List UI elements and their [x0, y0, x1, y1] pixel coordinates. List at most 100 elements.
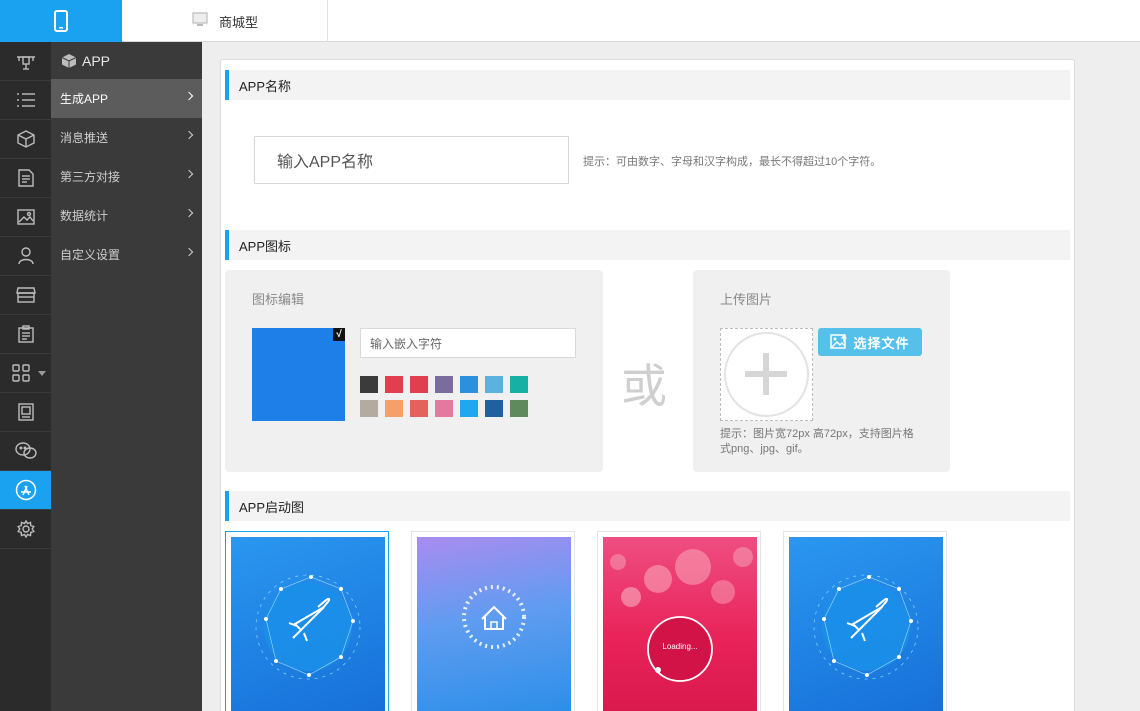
list-icon: [16, 93, 35, 107]
chevron-down-icon: [38, 371, 46, 376]
rail-item-document[interactable]: [0, 159, 51, 198]
picture-frame-icon: [17, 403, 34, 421]
color-swatch[interactable]: [510, 376, 528, 393]
app-name-input[interactable]: 输入APP名称: [254, 136, 569, 184]
section-header-splash: APP启动图: [225, 491, 1070, 521]
color-swatch[interactable]: [485, 400, 503, 417]
drone-icon: [16, 56, 35, 70]
mobile-mode-button[interactable]: [0, 0, 122, 42]
chevron-right-icon: [184, 169, 194, 179]
submenu-item-label: 消息推送: [60, 131, 109, 145]
color-swatch[interactable]: [460, 400, 478, 417]
submenu-item-label: 生成APP: [60, 92, 109, 106]
icon-preview: √: [252, 328, 345, 421]
splash-option-3[interactable]: Loading...: [597, 531, 761, 711]
rail-item-app[interactable]: [0, 471, 51, 510]
icon-editor-box: 图标编辑 √ 输入嵌入字符: [225, 270, 603, 472]
chevron-right-icon: [184, 247, 194, 257]
splash-option-4[interactable]: [783, 531, 947, 711]
app-config-panel: APP名称 输入APP名称 提示：可由数字、字母和汉字构成，最长不得超过10个字…: [220, 59, 1075, 711]
choose-file-button[interactable]: 选择文件: [818, 328, 922, 356]
rail-item-list[interactable]: [0, 81, 51, 120]
bokeh-background: [610, 547, 753, 682]
cube-icon: [16, 130, 35, 148]
splash-option-1[interactable]: [225, 531, 389, 711]
color-swatch[interactable]: [410, 376, 428, 393]
color-swatch[interactable]: [510, 400, 528, 417]
splash-option-2[interactable]: [411, 531, 575, 711]
section-title: APP图标: [239, 238, 292, 254]
image-icon: [16, 209, 35, 225]
chevron-right-icon: [184, 91, 194, 101]
color-swatch[interactable]: [410, 400, 428, 417]
image-upload-icon: [830, 334, 848, 349]
cube-icon: [61, 53, 77, 68]
loading-text: Loading...: [662, 642, 698, 651]
section-title: APP启动图: [239, 499, 305, 515]
gear-icon: [16, 520, 35, 538]
rail-item-user[interactable]: [0, 237, 51, 276]
top-bar: 商城型: [0, 0, 1140, 42]
icon-rail: [0, 42, 51, 711]
splash-image-home: [417, 537, 571, 711]
color-swatch[interactable]: [435, 376, 453, 393]
submenu-item-label: 第三方对接: [60, 170, 121, 184]
color-swatch[interactable]: [360, 400, 378, 417]
icon-upload-box: 上传图片 选择文件 提示：图片宽72px 高72px，支持图片格式png、jpg…: [693, 270, 950, 472]
submenu-item-third-party[interactable]: 第三方对接: [51, 157, 202, 196]
home-icon: [462, 585, 526, 649]
embed-text-placeholder: 输入嵌入字符: [370, 336, 443, 351]
splash-image-rocket: [231, 537, 385, 711]
app-store-icon: [15, 479, 36, 501]
user-icon: [17, 247, 34, 265]
color-swatch[interactable]: [435, 400, 453, 417]
rail-item-settings[interactable]: [0, 510, 51, 549]
color-swatch[interactable]: [385, 400, 403, 417]
submenu-item-push[interactable]: 消息推送: [51, 118, 202, 157]
submenu-header: APP: [51, 42, 202, 79]
or-text: 或: [621, 359, 667, 413]
rail-item-cube[interactable]: [0, 120, 51, 159]
rail-item-wechat[interactable]: [0, 432, 51, 471]
rail-item-clipboard[interactable]: [0, 315, 51, 354]
document-icon: [17, 169, 34, 187]
rail-item-grid[interactable]: [0, 354, 51, 393]
splash-image-rocket-2: [789, 537, 943, 711]
tab-label: 商城型: [219, 14, 259, 30]
submenu-item-custom-settings[interactable]: 自定义设置: [51, 235, 202, 274]
color-swatch[interactable]: [460, 376, 478, 393]
check-icon: √: [333, 328, 345, 341]
chevron-right-icon: [184, 208, 194, 218]
color-swatch[interactable]: [485, 376, 503, 393]
rail-item-picture-frame[interactable]: [0, 393, 51, 432]
submenu-title: APP: [82, 52, 111, 69]
embed-text-input[interactable]: 输入嵌入字符: [360, 328, 576, 358]
grid-icon: [11, 364, 30, 382]
upload-dropzone[interactable]: [720, 328, 813, 421]
submenu: APP 生成APP 消息推送 第三方对接 数据统计 自定义设置: [51, 42, 202, 711]
rail-item-store[interactable]: [0, 276, 51, 315]
section-header-app-name: APP名称: [225, 70, 1070, 100]
chevron-right-icon: [184, 130, 194, 140]
mobile-phone-icon: [54, 10, 68, 32]
section-header-app-icon: APP图标: [225, 230, 1070, 260]
plus-icon-stem: [763, 353, 769, 395]
submenu-item-statistics[interactable]: 数据统计: [51, 196, 202, 235]
tab-mall-type[interactable]: 商城型: [122, 0, 328, 42]
submenu-item-label: 数据统计: [60, 209, 109, 223]
upload-hint: 提示：图片宽72px 高72px，支持图片格式png、jpg、gif。: [720, 428, 914, 455]
upload-title: 上传图片: [720, 292, 773, 307]
main-content: APP名称 输入APP名称 提示：可由数字、字母和汉字构成，最长不得超过10个字…: [202, 42, 1140, 711]
color-swatch[interactable]: [360, 376, 378, 393]
color-swatch[interactable]: [385, 376, 403, 393]
rail-item-image[interactable]: [0, 198, 51, 237]
choose-file-label: 选择文件: [853, 335, 910, 351]
section-title: APP名称: [239, 78, 292, 94]
submenu-item-generate-app[interactable]: 生成APP: [51, 79, 202, 118]
submenu-item-label: 自定义设置: [60, 248, 121, 262]
rail-item-drone[interactable]: [0, 42, 51, 81]
app-name-hint: 提示：可由数字、字母和汉字构成，最长不得超过10个字符。: [583, 156, 882, 168]
clipboard-icon: [17, 325, 34, 343]
monitor-icon: [192, 12, 208, 26]
splash-image-loading: Loading...: [603, 537, 757, 711]
